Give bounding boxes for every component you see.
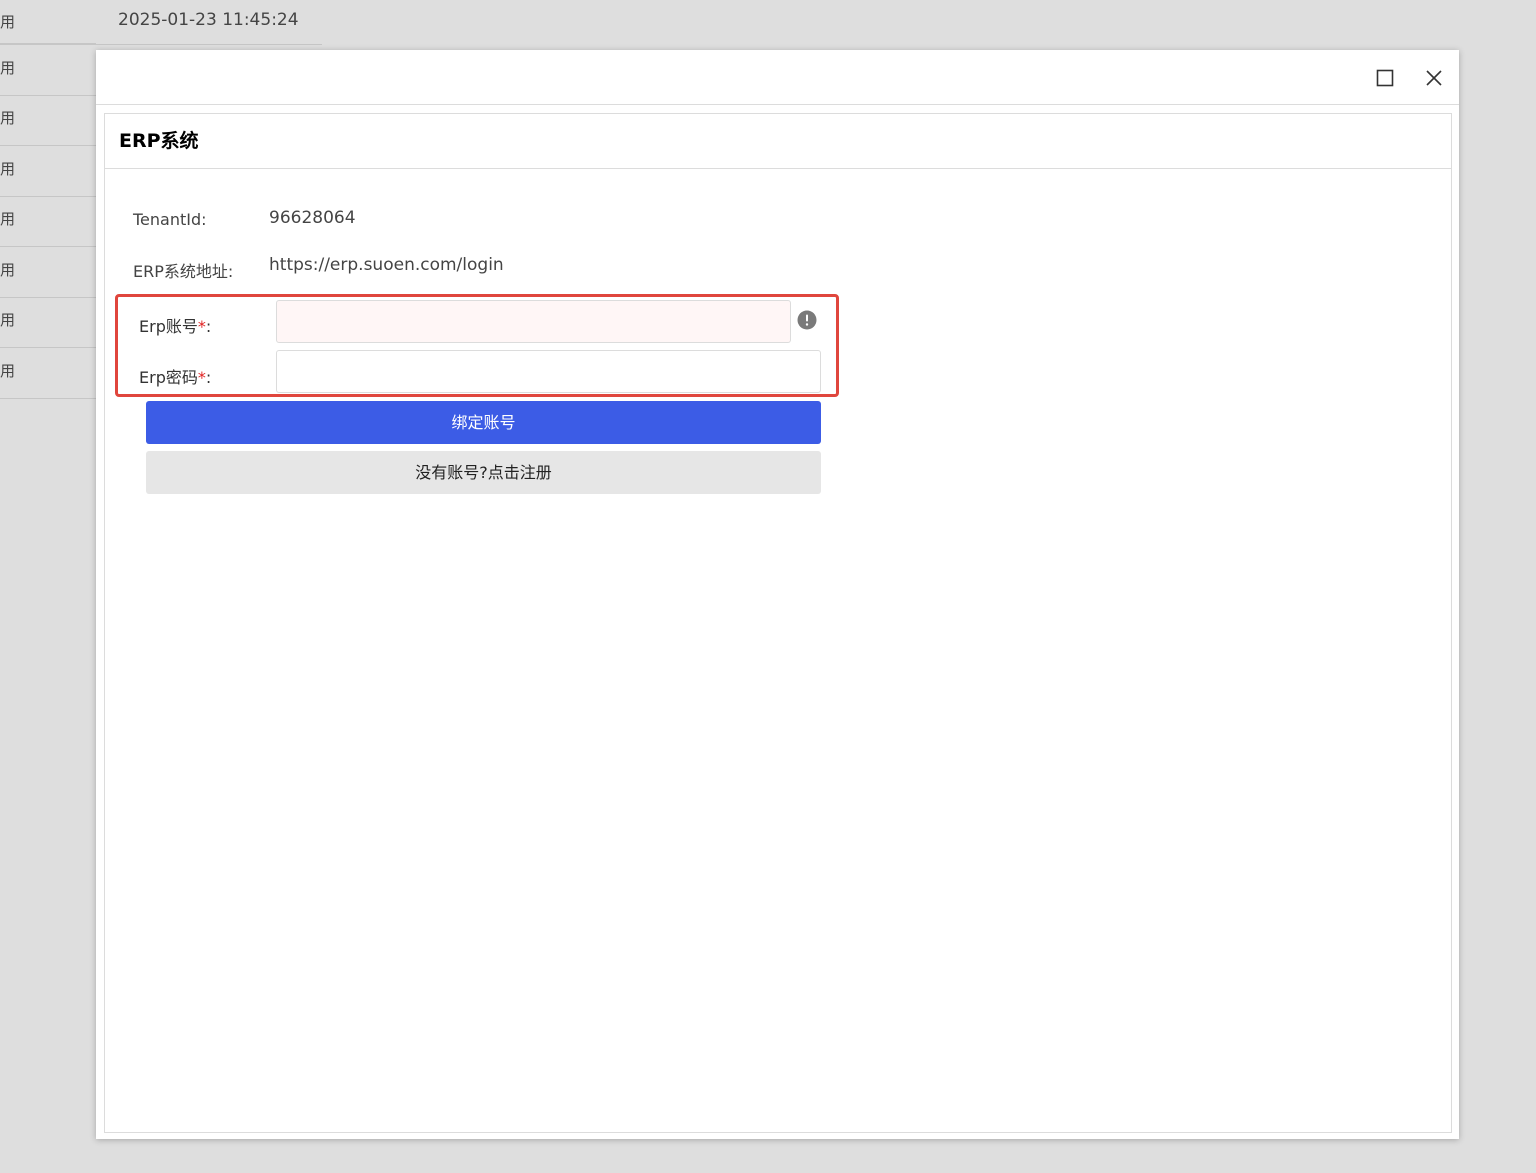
account-label-text: Erp账号 (139, 317, 198, 336)
list-item: 用 (0, 96, 96, 146)
maximize-icon (1376, 69, 1394, 87)
list-item-label: 用 (0, 261, 16, 279)
label-colon: : (205, 317, 212, 336)
erp-panel: ERP系统 TenantId: 96628064 ERP系统地址: https:… (104, 113, 1452, 1133)
label-colon: : (205, 368, 212, 387)
password-input[interactable] (276, 350, 821, 393)
required-mark: * (197, 317, 206, 336)
account-label: Erp账号*: (139, 313, 211, 337)
register-button[interactable]: 没有账号?点击注册 (146, 451, 821, 494)
list-item-label: 用 (0, 311, 16, 329)
list-item-label: 用 (0, 160, 16, 178)
list-item-label: 用 (0, 59, 16, 77)
list-item: 用 (0, 0, 96, 44)
divider (0, 44, 322, 45)
list-item-label: 用 (0, 210, 16, 228)
list-item: 用 (0, 248, 96, 298)
list-item: 用 (0, 349, 96, 399)
close-button[interactable] (1419, 63, 1449, 93)
modal-dialog: ERP系统 TenantId: 96628064 ERP系统地址: https:… (96, 50, 1459, 1139)
list-item: 用 (0, 197, 96, 247)
address-value: https://erp.suoen.com/login (269, 255, 504, 275)
close-icon (1426, 70, 1442, 86)
list-item: 用 (0, 298, 96, 348)
address-label: ERP系统地址: (133, 262, 234, 281)
list-item: 用 (0, 147, 96, 197)
list-item: 用 (0, 46, 96, 96)
warning-icon (797, 310, 817, 330)
list-item-label: 用 (0, 13, 16, 31)
bind-account-button[interactable]: 绑定账号 (146, 401, 821, 444)
password-label: Erp密码*: (139, 364, 211, 388)
panel-title: ERP系统 (105, 114, 1451, 169)
list-item-label: 用 (0, 362, 16, 380)
account-input[interactable] (276, 300, 791, 343)
password-label-text: Erp密码 (139, 368, 198, 387)
tenant-label: TenantId: (133, 210, 207, 229)
maximize-button[interactable] (1370, 63, 1400, 93)
list-item-label: 用 (0, 109, 16, 127)
timestamp: 2025-01-23 11:45:24 (118, 10, 299, 30)
dialog-header (96, 50, 1459, 105)
required-mark: * (197, 368, 206, 387)
tenant-value: 96628064 (269, 208, 356, 228)
